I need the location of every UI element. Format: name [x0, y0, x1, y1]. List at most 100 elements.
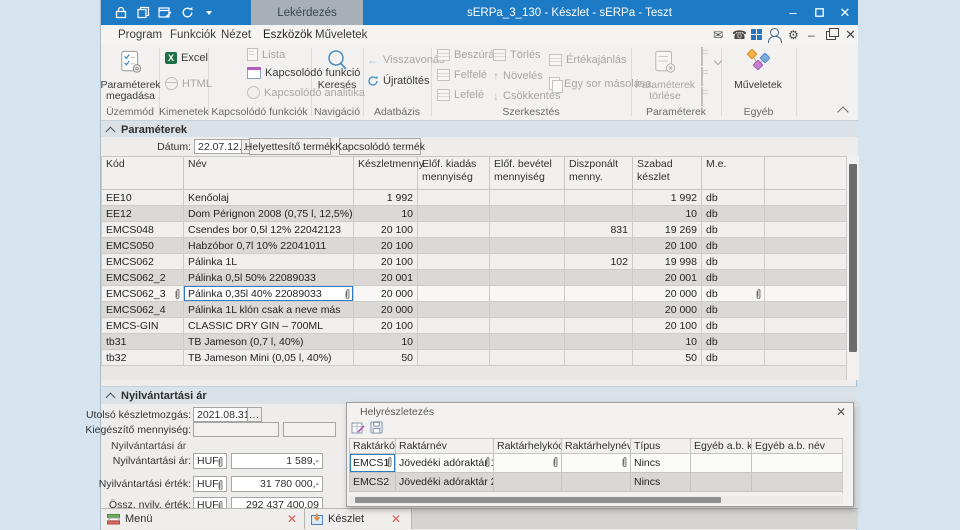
cell[interactable]: db — [701, 269, 765, 286]
torles-button[interactable]: Törlés — [493, 49, 541, 61]
cell[interactable] — [564, 333, 633, 350]
cell[interactable]: Dom Pérignon 2008 (0,75 l, 12,5%) — [183, 205, 354, 222]
cell[interactable]: 20 000 — [632, 285, 702, 302]
grid-vscrollbar[interactable] — [846, 156, 859, 380]
excel-button[interactable]: X Excel — [165, 52, 208, 64]
cell[interactable]: 19 269 — [632, 221, 702, 238]
cell[interactable]: Nincs — [630, 453, 691, 473]
column-header[interactable]: Szabad készlet — [632, 156, 702, 190]
cell[interactable]: 20 100 — [353, 221, 418, 238]
cell[interactable] — [417, 205, 490, 222]
cell[interactable]: db — [701, 317, 765, 334]
cell[interactable]: 20 100 — [353, 237, 418, 254]
popup-close-icon[interactable]: ✕ — [833, 404, 849, 419]
cell[interactable]: EMCS062_4 — [101, 301, 184, 318]
cell[interactable]: 10 — [353, 205, 418, 222]
cell[interactable] — [764, 285, 846, 302]
close-menu-tab-icon[interactable]: ✕ — [287, 512, 297, 526]
cell[interactable]: 20 001 — [632, 269, 702, 286]
cell[interactable]: EMCS062 — [101, 253, 184, 270]
table-row[interactable]: EMCS-GIN CLASSIC DRY GIN – 700ML 20 100 20 … — [101, 317, 846, 334]
cell[interactable]: 20 100 — [353, 253, 418, 270]
cell[interactable] — [564, 349, 633, 366]
mdi-minimize-icon[interactable]: – — [808, 27, 815, 42]
cell[interactable]: EMCS062_3 — [101, 285, 184, 302]
close-button[interactable]: ✕ — [832, 0, 858, 25]
cell[interactable]: CLASSIC DRY GIN – 700ML — [183, 317, 354, 334]
cell[interactable] — [489, 205, 565, 222]
table-row[interactable]: EMCS1 Jövedéki adóraktár 1 Nincs — [349, 453, 844, 473]
cell[interactable] — [751, 453, 844, 473]
ribbon-collapse-icon[interactable] — [837, 103, 849, 121]
cell[interactable]: 10 — [632, 333, 702, 350]
lock-icon[interactable] — [113, 5, 129, 20]
cell[interactable]: db — [701, 189, 765, 206]
cell[interactable]: Nincs — [630, 472, 691, 492]
maximize-button[interactable] — [806, 0, 832, 25]
cell[interactable]: 20 100 — [632, 317, 702, 334]
cell[interactable] — [751, 472, 844, 492]
cell[interactable]: Csendes bor 0,5l 12% 22042123 — [183, 221, 354, 238]
cell[interactable] — [564, 269, 633, 286]
cell[interactable]: EMCS048 — [101, 221, 184, 238]
column-header[interactable]: Raktárhelykód — [493, 438, 562, 454]
cell[interactable]: tb31 — [101, 333, 184, 350]
param-tool-icon-3[interactable] — [701, 87, 703, 106]
table-row[interactable]: tb32 TB Jameson Mini (0,05 l, 40%) 50 50 db — [101, 349, 846, 366]
table-row[interactable]: EMCS048 Csendes bor 0,5l 12% 22042123 20 1… — [101, 221, 846, 238]
cell[interactable]: 1 992 — [353, 189, 418, 206]
layers-icon[interactable] — [135, 5, 151, 20]
lista-button[interactable]: Lista — [247, 48, 285, 61]
cell[interactable]: 10 — [353, 333, 418, 350]
felfele-button[interactable]: Felfelé — [437, 69, 487, 81]
cell[interactable]: Pálinka 0,5l 50% 22089033 — [183, 269, 354, 286]
parameterek-megadasa-button[interactable]: Paraméterek megadása — [100, 49, 161, 102]
popup-hscroll-thumb[interactable] — [355, 497, 721, 503]
cell[interactable] — [489, 253, 565, 270]
cell[interactable] — [417, 317, 490, 334]
cell[interactable]: Kenőolaj — [183, 189, 354, 206]
edit-grid-icon[interactable] — [351, 421, 365, 437]
cell[interactable]: Pálinka 1L — [183, 253, 354, 270]
menu-item-eszkozok[interactable]: Eszközök — [261, 25, 315, 46]
cell[interactable] — [764, 333, 846, 350]
cell[interactable]: 10 — [632, 205, 702, 222]
column-header[interactable]: Egyéb a.b. kód — [690, 438, 752, 454]
close-keszlet-tab-icon[interactable]: ✕ — [391, 512, 401, 526]
popup-vscrollbar[interactable] — [842, 438, 852, 494]
cell[interactable] — [764, 189, 846, 206]
cell[interactable] — [417, 333, 490, 350]
cell[interactable]: EMCS2 — [349, 472, 396, 492]
cell[interactable]: 20 000 — [353, 285, 418, 302]
cell[interactable]: 1 992 — [632, 189, 702, 206]
cell[interactable] — [417, 237, 490, 254]
cell[interactable]: EE12 — [101, 205, 184, 222]
param-tool-icon-2[interactable] — [701, 67, 703, 86]
ertekajanlas-button[interactable]: Értékajánlás — [549, 54, 627, 66]
table-row[interactable]: EMCS062 Pálinka 1L 20 100 102 19 998 db — [101, 253, 846, 270]
column-header[interactable]: Raktárnév — [395, 438, 494, 454]
cell[interactable] — [564, 317, 633, 334]
cell[interactable]: 831 — [564, 221, 633, 238]
phone-icon[interactable]: ☎ — [732, 27, 747, 42]
column-header[interactable]: Előf. kiadás mennyiség — [417, 156, 490, 190]
column-header[interactable]: Egyéb a.b. név — [751, 438, 844, 454]
cell[interactable] — [764, 317, 846, 334]
ujratoltes-button[interactable]: Újratöltés — [367, 75, 429, 87]
cell[interactable]: db — [701, 349, 765, 366]
cell[interactable]: db — [701, 237, 765, 254]
window-edit-icon[interactable] — [157, 5, 173, 20]
cell[interactable] — [564, 205, 633, 222]
cell[interactable] — [561, 453, 631, 473]
cell[interactable]: db — [701, 333, 765, 350]
cell[interactable] — [489, 285, 565, 302]
cell[interactable]: 50 — [353, 349, 418, 366]
gear-icon[interactable]: ⚙ — [788, 27, 799, 42]
table-row[interactable]: tb31 TB Jameson (0,7 l, 40%) 10 10 db — [101, 333, 846, 350]
cell[interactable] — [489, 333, 565, 350]
column-header[interactable]: Készletmenny. — [353, 156, 426, 190]
chevron-down-icon[interactable] — [201, 5, 217, 20]
cell[interactable]: EMCS1 — [349, 453, 396, 473]
cell[interactable] — [561, 472, 631, 492]
utolso-keszletmozgas-field[interactable]: 2021.08.31. — [193, 407, 248, 422]
